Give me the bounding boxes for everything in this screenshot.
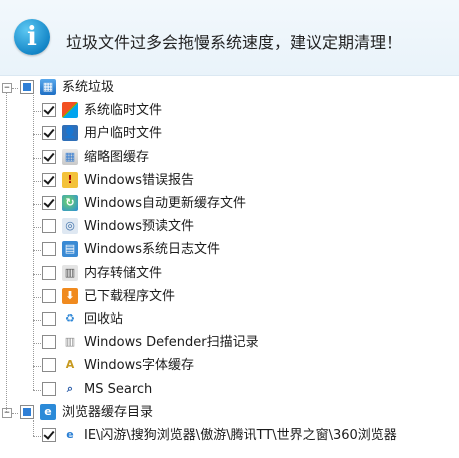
tree-connector xyxy=(12,88,18,89)
item-label: IE\闪游\搜狗浏览器\傲游\腾讯TT\世界之窗\360浏览器 xyxy=(84,428,397,443)
item-checkbox[interactable] xyxy=(42,358,56,373)
group-label: 系统垃圾 xyxy=(62,80,115,95)
tree-item-row[interactable]: ◎ Windows预读文件 xyxy=(0,216,459,238)
collapse-toggle[interactable]: − xyxy=(2,83,12,93)
collapse-toggle[interactable]: − xyxy=(2,407,12,418)
item-label: Windows错误报告 xyxy=(84,172,195,188)
font-cache-icon: A xyxy=(62,357,78,374)
item-label: 缩略图缓存 xyxy=(84,149,150,165)
item-checkbox[interactable] xyxy=(42,149,56,164)
memory-dump-icon: ▥ xyxy=(62,264,78,281)
group-checkbox[interactable] xyxy=(20,80,34,94)
group-label: 浏览器缓存目录 xyxy=(62,404,154,420)
tree-item-row[interactable]: ▤ Windows系统日志文件 xyxy=(0,239,459,261)
tree-connector xyxy=(33,366,41,368)
defender-icon: ▥ xyxy=(62,334,78,351)
item-checkbox[interactable] xyxy=(42,428,56,442)
cleanup-tree: − ▦ 系统垃圾 系统临时文件 👤 用户临时文件 ▦ 缩略图缓存! Windows错误报告 ↻ Wi… xyxy=(0,77,459,458)
tree-connector xyxy=(33,250,41,252)
item-checkbox[interactable] xyxy=(42,288,56,303)
tree-connector xyxy=(33,320,41,321)
tree-connector xyxy=(33,111,41,113)
tree-connector xyxy=(33,204,41,205)
tree-connector xyxy=(33,180,41,182)
info-banner: i 垃圾文件过多会拖慢系统速度，建议定期清理！ xyxy=(0,0,459,76)
item-label: Windows系统日志文件 xyxy=(84,242,221,258)
group-checkbox[interactable] xyxy=(20,404,34,419)
windows-update-icon: ↻ xyxy=(62,195,78,211)
tree-item-row[interactable]: ↻ Windows自动更新缓存文件 xyxy=(0,193,459,215)
tree-item-row[interactable]: ! Windows错误报告 xyxy=(0,170,459,192)
item-label: 内存转储文件 xyxy=(84,265,163,281)
tree-item-row[interactable]: ⬇ 已下载程序文件 xyxy=(0,286,459,308)
tree-connector xyxy=(12,412,18,414)
item-checkbox[interactable] xyxy=(42,196,56,210)
tree-connector xyxy=(33,419,34,436)
info-icon: i xyxy=(14,19,50,55)
tree-item-row[interactable]: e IE\闪游\搜狗浏览器\傲游\腾讯TT\世界之窗\360浏览器 xyxy=(0,425,459,447)
item-checkbox[interactable] xyxy=(42,103,56,118)
tree-group-row[interactable]: − ▦ 系统垃圾 xyxy=(0,77,459,99)
tree-connector xyxy=(33,296,41,298)
tree-connector xyxy=(33,273,41,275)
item-label: Windows预读文件 xyxy=(84,219,195,235)
banner-message: 垃圾文件过多会拖慢系统速度，建议定期清理！ xyxy=(66,33,403,52)
tree-item-row[interactable]: A Windows字体缓存 xyxy=(0,355,459,377)
tree-connector xyxy=(33,343,41,345)
item-checkbox[interactable] xyxy=(42,242,56,257)
tree-connector xyxy=(33,95,34,390)
item-label: MS Search xyxy=(84,381,153,397)
tree-item-row[interactable]: ⌕ MS Search xyxy=(0,379,459,401)
search-icon: ⌕ xyxy=(62,380,78,397)
tree-item-row[interactable]: 👤 用户临时文件 xyxy=(0,123,459,145)
item-checkbox[interactable] xyxy=(42,335,56,350)
ie-icon: e xyxy=(62,427,78,443)
tree-connector xyxy=(6,93,7,412)
tree-item-row[interactable]: ♻ 回收站 xyxy=(0,309,459,331)
tree-connector xyxy=(33,436,41,437)
item-checkbox[interactable] xyxy=(42,172,56,187)
item-label: 用户临时文件 xyxy=(84,126,163,142)
download-icon: ⬇ xyxy=(62,287,78,304)
item-label: Windows字体缓存 xyxy=(84,358,195,374)
windows-window-icon: ▦ xyxy=(40,79,56,95)
item-checkbox[interactable] xyxy=(42,219,56,234)
tree-group-row[interactable]: − e 浏览器缓存目录 xyxy=(0,402,459,424)
tree-connector xyxy=(33,389,41,391)
tree-item-row[interactable]: ▥ 内存转储文件 xyxy=(0,263,459,285)
item-label: 系统临时文件 xyxy=(84,103,163,119)
item-label: Windows自动更新缓存文件 xyxy=(84,196,247,211)
error-report-icon: ! xyxy=(62,171,78,188)
browser-icon: e xyxy=(40,403,56,420)
thumbnail-icon: ▦ xyxy=(62,148,78,165)
prefetch-icon: ◎ xyxy=(62,218,78,235)
tree-item-row[interactable]: ▥ Windows Defender扫描记录 xyxy=(0,332,459,354)
item-label: 已下载程序文件 xyxy=(84,288,176,304)
windows-flag-icon xyxy=(62,102,78,119)
item-checkbox[interactable] xyxy=(42,265,56,280)
item-checkbox[interactable] xyxy=(42,126,56,141)
tree-connector xyxy=(33,157,41,159)
tree-item-row[interactable]: ▦ 缩略图缓存 xyxy=(0,147,459,169)
item-label: 回收站 xyxy=(84,312,124,327)
item-label: Windows Defender扫描记录 xyxy=(84,335,259,351)
system-log-icon: ▤ xyxy=(62,241,78,258)
tree-item-row[interactable]: 系统临时文件 xyxy=(0,100,459,122)
tree-connector xyxy=(33,134,41,136)
recycle-bin-icon: ♻ xyxy=(62,311,78,327)
tree-connector xyxy=(33,227,41,229)
item-checkbox[interactable] xyxy=(42,381,56,396)
item-checkbox[interactable] xyxy=(42,312,56,326)
users-icon: 👤 xyxy=(62,125,78,142)
